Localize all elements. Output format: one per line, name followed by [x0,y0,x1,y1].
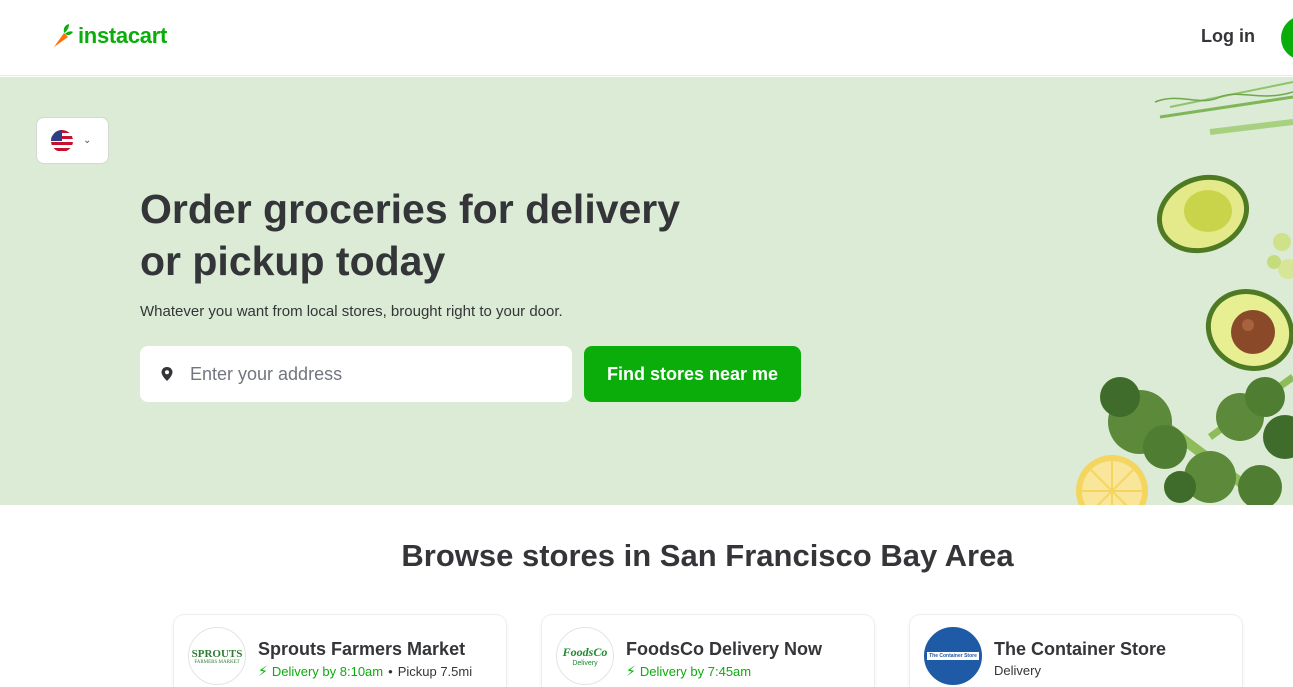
hero-title-line2: or pickup today [140,238,446,284]
signup-button[interactable] [1281,16,1293,60]
store-meta: ⚡ Delivery by 8:10am • Pickup 7.5mi [258,663,472,680]
foodsco-logo: FoodsCo Delivery [556,627,614,685]
meta-separator: • [388,664,393,679]
lightning-icon: ⚡ [258,663,268,679]
store-name: FoodsCo Delivery Now [626,639,823,659]
store-name: The Container Store [994,639,1167,659]
hero-title: Order groceries for delivery or pickup t… [140,183,760,287]
avocado-pit [1205,289,1293,371]
carrot-icon [54,24,73,47]
delivery-type: Delivery [994,663,1041,678]
herb-sprigs [1154,81,1293,135]
delivery-time: Delivery by 7:45am [639,664,752,679]
site-header: instacart Log in [0,0,1293,76]
sprouts-logo-sub: FARMERS MARKET [194,659,240,665]
pickup-distance: Pickup 7.5mi [397,664,473,679]
avocado-top [1156,174,1250,254]
instacart-logo[interactable]: instacart [50,22,167,50]
address-field[interactable] [140,346,572,402]
lightning-icon: ⚡ [626,663,636,679]
container-store-logo: The Container Store [924,627,982,685]
hero-title-line1: Order groceries for delivery [140,186,681,232]
sprouts-logo-text: SPROUTS [191,647,243,660]
find-stores-button[interactable]: Find stores near me [584,346,801,402]
store-card-container-store[interactable]: The Container Store The Container Store … [910,615,1242,687]
location-pin-icon [161,367,173,381]
delivery-time: Delivery by 8:10am [271,664,384,679]
produce-image [1076,81,1293,505]
lemon-slice [1076,455,1148,505]
foodsco-logo-sub: Delivery [572,660,598,667]
grapes [1267,233,1293,279]
chevron-down-icon: ⌄ [83,135,92,146]
language-selector[interactable]: ⌄ [36,117,109,164]
store-card-sprouts[interactable]: SPROUTS FARMERS MARKET Sprouts Farmers M… [174,615,506,687]
login-link[interactable]: Log in [1201,26,1255,47]
store-meta: ⚡ Delivery by 7:45am [626,663,751,680]
store-card-foodsco[interactable]: FoodsCo Delivery FoodsCo Delivery Now ⚡ … [542,615,874,687]
store-meta: Delivery [994,663,1041,678]
hero-section: ⌄ Order groceries for delivery or pickup… [0,77,1293,505]
browse-title: Browse stores in San Francisco Bay Area [401,538,1014,573]
address-input[interactable] [190,363,550,385]
sprouts-logo: SPROUTS FARMERS MARKET [188,627,246,685]
hero-subtitle: Whatever you want from local stores, bro… [140,303,563,320]
container-store-logo-text: The Container Store [927,652,979,660]
logo-text: instacart [78,23,168,48]
us-flag-icon [51,129,73,152]
foodsco-logo-text: FoodsCo [562,645,608,659]
store-name: Sprouts Farmers Market [258,639,466,659]
